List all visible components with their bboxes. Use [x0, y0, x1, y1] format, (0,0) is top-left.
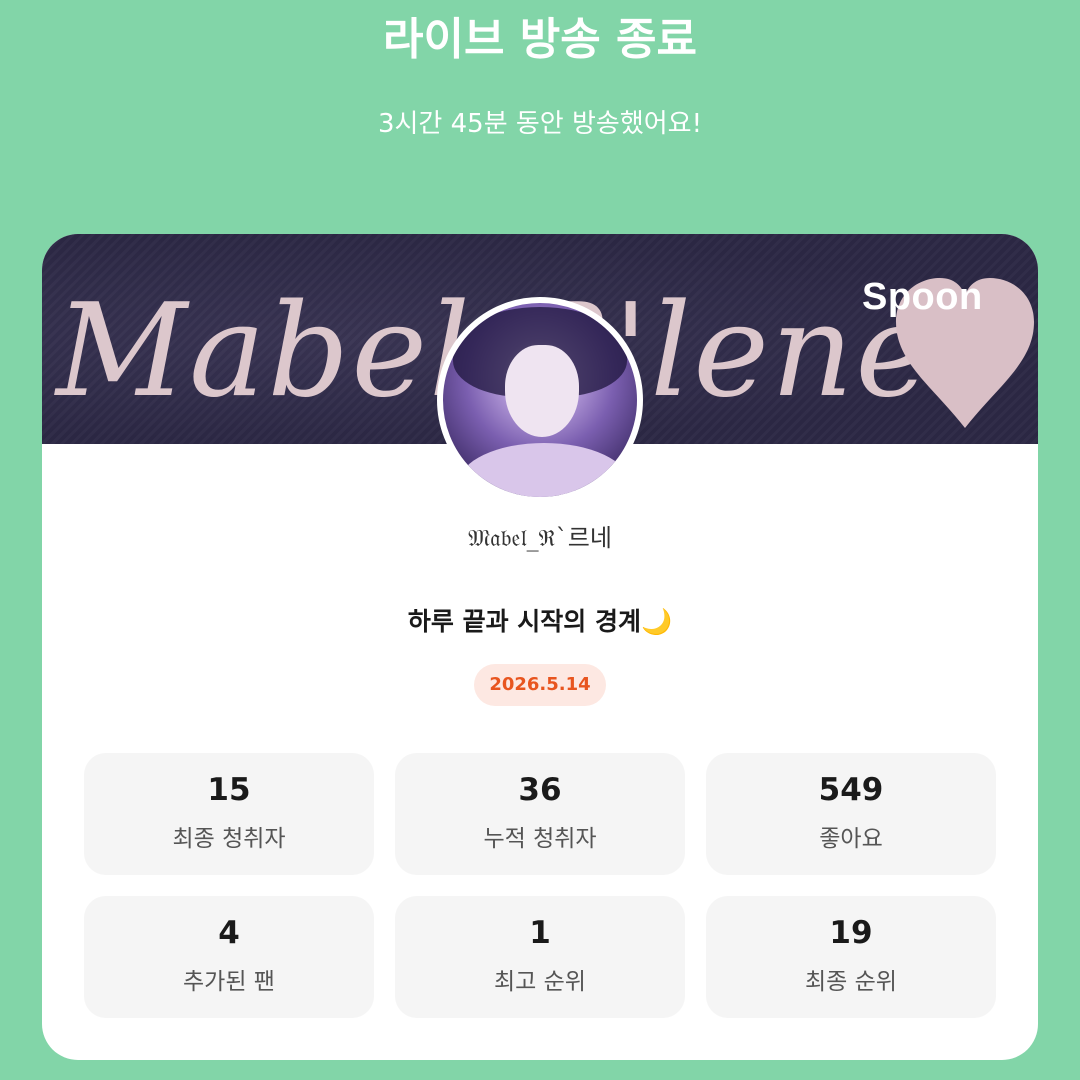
- stat-value: 4: [218, 915, 240, 951]
- avatar-shoulder: [459, 443, 629, 497]
- stat-value: 36: [518, 772, 562, 808]
- avatar[interactable]: [437, 297, 643, 503]
- stat-new-fans: 4 추가된 팬: [84, 896, 374, 1018]
- stat-label: 최고 순위: [494, 969, 586, 995]
- stat-total-listeners: 36 누적 청취자: [395, 753, 685, 875]
- stat-final-listeners: 15 최종 청취자: [84, 753, 374, 875]
- stat-best-rank: 1 최고 순위: [395, 896, 685, 1018]
- date-badge: 2026.5.14: [474, 664, 606, 706]
- stat-value: 1: [529, 915, 551, 951]
- stat-label: 누적 청취자: [483, 826, 597, 852]
- live-title: 하루 끝과 시작의 경계🌙: [407, 607, 673, 636]
- stat-value: 549: [818, 772, 884, 808]
- stat-final-rank: 19 최종 순위: [706, 896, 996, 1018]
- page-title: 라이브 방송 종료: [383, 14, 697, 65]
- dj-nickname[interactable]: 𝔐𝔞𝔟𝔢𝔩_ℜ`르네: [42, 520, 1038, 556]
- stat-label: 좋아요: [819, 826, 883, 852]
- stat-value: 15: [207, 772, 251, 808]
- stat-label: 추가된 팬: [183, 969, 275, 995]
- stat-label: 최종 순위: [805, 969, 897, 995]
- avatar-face: [505, 345, 579, 437]
- stat-value: 19: [829, 915, 873, 951]
- broadcast-duration: 3시간 45분 동안 방송했어요!: [377, 109, 703, 139]
- summary-card: Mabel R'lene Spoon 𝔐𝔞𝔟𝔢𝔩_ℜ`르네 하루 끝과 시작의 …: [42, 234, 1038, 1060]
- stat-label: 최종 청취자: [172, 826, 286, 852]
- spoon-logo: Spoon: [862, 276, 983, 318]
- stat-likes: 549 좋아요: [706, 753, 996, 875]
